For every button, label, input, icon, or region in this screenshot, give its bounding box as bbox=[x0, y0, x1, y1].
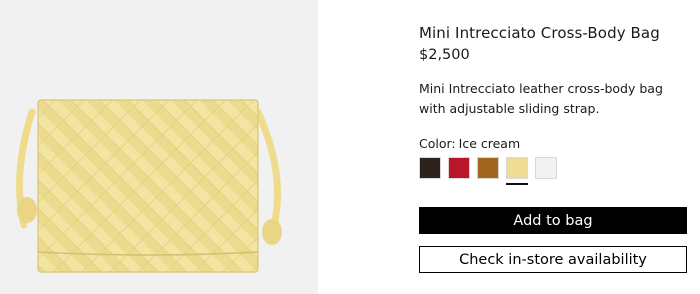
check-in-store-button[interactable]: Check in-store availability bbox=[419, 246, 687, 273]
selected-color-name: Ice cream bbox=[458, 136, 521, 151]
bag-illustration bbox=[16, 99, 282, 273]
swatch-red[interactable] bbox=[448, 157, 470, 179]
swatch-white[interactable] bbox=[535, 157, 557, 179]
swatch-ice-cream[interactable] bbox=[506, 157, 528, 179]
product-image[interactable] bbox=[0, 0, 318, 294]
color-selection-label: Color: Ice cream bbox=[419, 136, 520, 151]
swatch-caramel[interactable] bbox=[477, 157, 499, 179]
product-price: $2,500 bbox=[419, 47, 470, 63]
selected-swatch-indicator bbox=[506, 183, 528, 185]
product-description: Mini Intrecciato leather cross-body bag … bbox=[419, 81, 663, 116]
color-label: Color: bbox=[419, 136, 456, 151]
add-to-bag-button[interactable]: Add to bag bbox=[419, 207, 687, 234]
product-title: Mini Intrecciato Cross-Body Bag bbox=[419, 24, 660, 42]
swatch-dark-brown[interactable] bbox=[419, 157, 441, 179]
